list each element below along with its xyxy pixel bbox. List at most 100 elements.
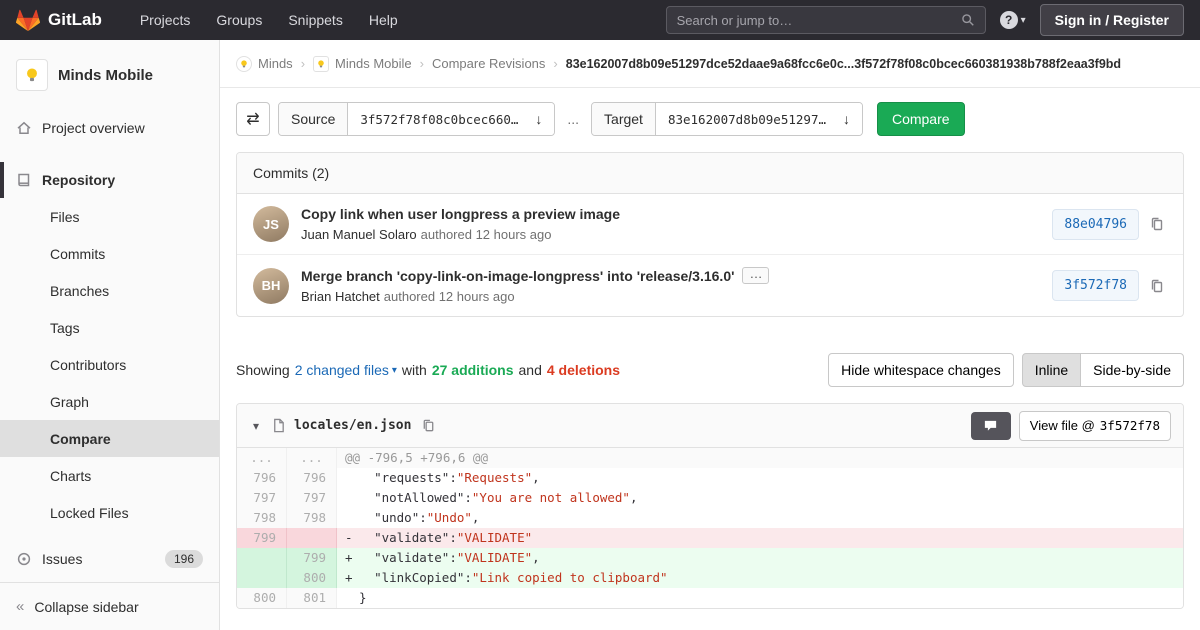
code-line: + "validate":"VALIDATE", (337, 548, 1183, 568)
old-line-number[interactable] (237, 568, 287, 588)
sign-in-register-button[interactable]: Sign in / Register (1039, 4, 1184, 36)
sidebar-item-contributors[interactable]: Contributors (0, 346, 219, 383)
diff-line-row: 797 797 "notAllowed":"You are not allowe… (237, 488, 1183, 508)
source-dropdown[interactable]: 3f572f78f08c0bcec660… ↓ (348, 103, 555, 135)
sidebar-item-label: Repository (42, 172, 116, 188)
new-line-number[interactable]: 800 (287, 568, 337, 588)
old-line-number[interactable]: 797 (237, 488, 287, 508)
sidebar-nav: Project overview Repository Files Commit… (0, 110, 219, 582)
diff-file-card: ▾ locales/en.json View file @ 3f572f78 .… (236, 403, 1184, 609)
range-dots: ... (567, 111, 580, 127)
sidebar-item-charts[interactable]: Charts (0, 457, 219, 494)
diff-line-row: 796 796 "requests":"Requests", (237, 468, 1183, 488)
avatar: JS (253, 206, 289, 242)
target-group: Target 83e162007d8b09e51297… ↓ (591, 102, 863, 136)
new-line-number[interactable]: 797 (287, 488, 337, 508)
deletions-count: 4 deletions (546, 362, 621, 378)
inline-view-button[interactable]: Inline (1021, 353, 1082, 387)
nav-help[interactable]: Help (359, 6, 408, 34)
chevron-down-icon: ▾ (391, 364, 397, 376)
sidebar-item-repository[interactable]: Repository (0, 162, 219, 198)
copy-file-path-button[interactable] (419, 416, 438, 435)
help-menu[interactable]: ? ▾ (999, 11, 1026, 29)
project-sidebar: Minds Mobile Project overview Repository (0, 40, 220, 630)
project-avatar-small (313, 55, 330, 72)
new-line-number[interactable]: 798 (287, 508, 337, 528)
gitlab-home-link[interactable]: GitLab (16, 9, 102, 32)
diff-line-row: 798 798 "undo":"Undo", (237, 508, 1183, 528)
sidebar-item-graph[interactable]: Graph (0, 383, 219, 420)
nav-projects[interactable]: Projects (130, 6, 201, 34)
copy-sha-button[interactable] (1147, 276, 1167, 296)
diff-file-header: ▾ locales/en.json View file @ 3f572f78 (237, 404, 1183, 448)
breadcrumb-separator: › (419, 56, 424, 71)
code-line: + "linkCopied":"Link copied to clipboard… (337, 568, 1183, 588)
view-file-button[interactable]: View file @ 3f572f78 (1018, 410, 1171, 441)
nav-groups[interactable]: Groups (206, 6, 272, 34)
commit-author-link[interactable]: Juan Manuel Solaro (301, 227, 417, 242)
commits-header: Commits (2) (237, 153, 1183, 194)
swap-revisions-button[interactable]: ⇄ (236, 102, 270, 136)
new-line-number[interactable]: 796 (287, 468, 337, 488)
old-line-number[interactable] (237, 548, 287, 568)
sidebar-item-issues[interactable]: Issues 196 (0, 541, 219, 577)
breadcrumb-group[interactable]: Minds (236, 55, 293, 72)
diff-added-row: 799 + "validate":"VALIDATE", (237, 548, 1183, 568)
sidebar-item-locked-files[interactable]: Locked Files (0, 494, 219, 531)
copy-sha-button[interactable] (1147, 214, 1167, 234)
hide-whitespace-button[interactable]: Hide whitespace changes (828, 353, 1014, 387)
new-line-number[interactable]: 801 (287, 588, 337, 608)
commit-title-link[interactable]: Merge branch 'copy-link-on-image-longpre… (301, 268, 734, 284)
new-line-number[interactable]: 799 (287, 548, 337, 568)
issues-count-badge: 196 (164, 550, 203, 568)
hunk-header-text: @@ -796,5 +796,6 @@ (337, 448, 1183, 468)
sidebar-item-branches[interactable]: Branches (0, 272, 219, 309)
group-avatar (236, 55, 252, 72)
view-file-sha: 3f572f78 (1099, 418, 1160, 433)
search-placeholder: Search or jump to… (676, 12, 793, 28)
commit-meta: Juan Manuel Solaro authored 12 hours ago (301, 227, 1040, 242)
project-context-header[interactable]: Minds Mobile (0, 40, 219, 110)
search-icon (961, 13, 975, 27)
breadcrumb-compare-revisions[interactable]: Compare Revisions (432, 56, 545, 71)
view-file-label: View file @ (1029, 418, 1095, 433)
expand-commit-description-button[interactable]: … (742, 267, 770, 284)
old-line-number[interactable]: 800 (237, 588, 287, 608)
sidebar-item-commits[interactable]: Commits (0, 235, 219, 272)
breadcrumb-page-label: Compare Revisions (431, 56, 546, 71)
commits-panel: Commits (2) JS Copy link when user longp… (236, 152, 1184, 317)
sidebar-item-tags[interactable]: Tags (0, 309, 219, 346)
sidebar-item-compare[interactable]: Compare (0, 420, 219, 457)
showing-label: Showing (236, 362, 290, 378)
commit-title-link[interactable]: Copy link when user longpress a preview … (301, 206, 620, 222)
changed-files-dropdown[interactable]: 2 changed files ▾ (295, 362, 397, 378)
breadcrumb-project-label: Minds Mobile (335, 56, 412, 71)
diff-view-toggle: Inline Side-by-side (1021, 353, 1184, 387)
collapse-file-chevron-icon[interactable]: ▾ (249, 415, 263, 437)
old-line-number[interactable]: 799 (237, 528, 287, 548)
nav-snippets[interactable]: Snippets (278, 6, 352, 34)
diff-added-row: 800 + "linkCopied":"Link copied to clipb… (237, 568, 1183, 588)
commit-meta: Brian Hatchet authored 12 hours ago (301, 289, 1040, 304)
diff-hunk-row: ... ... @@ -796,5 +796,6 @@ (237, 448, 1183, 468)
new-line-number[interactable] (287, 528, 337, 548)
commit-sha-link[interactable]: 88e04796 (1052, 208, 1139, 240)
target-sha: 83e162007d8b09e51297… (667, 111, 826, 127)
compare-button[interactable]: Compare (876, 102, 965, 136)
search-input[interactable]: Search or jump to… (665, 6, 986, 34)
old-line-number: ... (237, 448, 287, 468)
with-label: with (401, 362, 427, 378)
collapse-sidebar-button[interactable]: « Collapse sidebar (0, 582, 219, 630)
old-line-number[interactable]: 796 (237, 468, 287, 488)
commit-sha-link[interactable]: 3f572f78 (1052, 270, 1139, 301)
breadcrumb-project[interactable]: Minds Mobile (313, 55, 412, 72)
toggle-comments-button[interactable] (970, 411, 1011, 440)
file-path: locales/en.json (294, 418, 412, 433)
target-dropdown[interactable]: 83e162007d8b09e51297… ↓ (655, 103, 862, 135)
sidebar-item-project-overview[interactable]: Project overview (0, 110, 219, 146)
brand-name: GitLab (48, 10, 102, 29)
sidebar-item-files[interactable]: Files (0, 198, 219, 235)
old-line-number[interactable]: 798 (237, 508, 287, 528)
commit-author-link[interactable]: Brian Hatchet (301, 289, 380, 304)
side-by-side-view-button[interactable]: Side-by-side (1080, 353, 1184, 387)
